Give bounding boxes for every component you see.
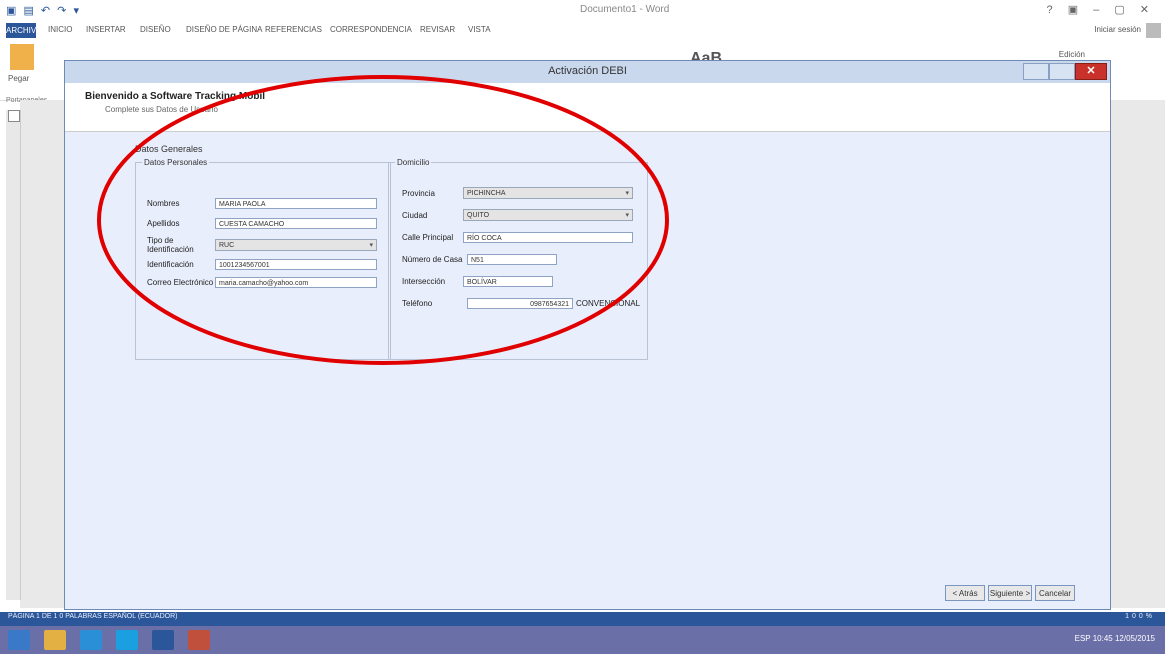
window-controls[interactable]: ? ▣ – ▢ ✕ xyxy=(1047,3,1155,16)
internet-explorer-icon[interactable] xyxy=(80,630,102,650)
quick-access-toolbar: ▣ ▤ ↶ ↷ ▾ Documento1 - Word ? ▣ – ▢ ✕ xyxy=(0,0,1165,22)
vertical-ruler xyxy=(6,110,21,600)
sign-in-link[interactable]: Iniciar sesión xyxy=(1094,25,1141,34)
tab-inicio[interactable]: INICIO xyxy=(48,25,72,34)
tab-referencias[interactable]: REFERENCIAS xyxy=(265,25,322,34)
word-icon[interactable] xyxy=(152,630,174,650)
maximize-button[interactable] xyxy=(1049,63,1075,80)
start-icon[interactable] xyxy=(8,630,30,650)
cancel-button[interactable]: Cancelar xyxy=(1035,585,1075,601)
tab-vista[interactable]: VISTA xyxy=(468,25,491,34)
minimize-button[interactable] xyxy=(1023,63,1049,80)
back-button[interactable]: < Atrás xyxy=(945,585,985,601)
system-tray-clock[interactable]: ESP 10:45 12/05/2015 xyxy=(1075,634,1155,643)
tab-diseno-pagina[interactable]: DISEÑO DE PÁGINA xyxy=(186,25,262,34)
paste-label: Pegar xyxy=(8,74,30,83)
tab-correspondencia[interactable]: CORRESPONDENCIA xyxy=(330,25,412,34)
zoom-level[interactable]: 100% xyxy=(1125,613,1155,620)
file-tab[interactable]: ARCHIVO xyxy=(6,23,42,38)
close-button[interactable]: ✕ xyxy=(1075,63,1107,80)
ruler-toggle[interactable] xyxy=(8,110,20,122)
tab-insertar[interactable]: INSERTAR xyxy=(86,25,126,34)
tab-diseno[interactable]: DISEÑO xyxy=(140,25,171,34)
taskbar: ESP 10:45 12/05/2015 xyxy=(0,626,1165,654)
quick-access-icons[interactable]: ▣ ▤ ↶ ↷ ▾ xyxy=(6,4,81,17)
status-text: PÁGINA 1 DE 1 0 PALABRAS ESPAÑOL (ECUADO… xyxy=(8,613,178,620)
skype-icon[interactable] xyxy=(116,630,138,650)
tab-revisar[interactable]: REVISAR xyxy=(420,25,455,34)
file-explorer-icon[interactable] xyxy=(44,630,66,650)
paste-icon[interactable] xyxy=(10,44,34,70)
status-bar: PÁGINA 1 DE 1 0 PALABRAS ESPAÑOL (ECUADO… xyxy=(0,612,1165,626)
editing-group[interactable]: Edición xyxy=(1059,50,1085,59)
window-title: Documento1 - Word xyxy=(580,4,670,15)
avatar[interactable] xyxy=(1146,23,1161,38)
ribbon-tabs: ARCHIVO INICIO INSERTAR DISEÑO DISEÑO DE… xyxy=(0,22,1165,41)
app-icon[interactable] xyxy=(188,630,210,650)
red-annotation-ellipse xyxy=(97,75,669,365)
next-button[interactable]: Siguiente > xyxy=(988,585,1032,601)
